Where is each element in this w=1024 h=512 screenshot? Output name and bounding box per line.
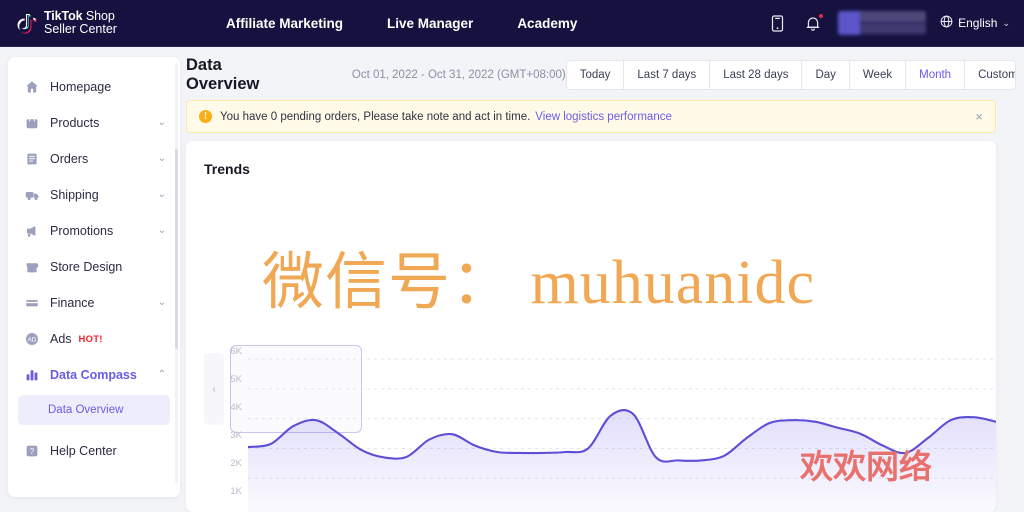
chart-y-axis: 1K 2K 3K 4K 5K 6K xyxy=(216,336,242,512)
sidebar-item-homepage[interactable]: Homepage xyxy=(8,69,180,105)
date-range-segmented-control: Today Last 7 days Last 28 days Day Week … xyxy=(565,60,1016,90)
ads-icon: AD xyxy=(24,331,40,347)
sidebar-item-label: Help Center xyxy=(50,444,117,458)
svg-text:AD: AD xyxy=(28,337,37,344)
language-label: English xyxy=(958,16,998,30)
ads-hot-badge: HOT! xyxy=(78,333,103,345)
tiktok-note-icon xyxy=(16,11,38,35)
chevron-down-icon: ⌄ xyxy=(1002,17,1010,28)
y-tick-4k: 4K xyxy=(230,402,242,413)
sidebar-item-label: Store Design xyxy=(50,260,123,274)
sidebar-nav-list: Homepage Products ⌄ Orders ⌄ Shipping ⌄ … xyxy=(8,69,180,393)
nav-link-live-manager[interactable]: Live Manager xyxy=(365,16,495,31)
chevron-down-icon[interactable]: ⌄ xyxy=(158,118,166,128)
alert-message: You have 0 pending orders, Please take n… xyxy=(220,110,531,123)
user-account-menu[interactable] xyxy=(838,11,927,35)
chart-bar-icon xyxy=(24,367,40,383)
range-button-month[interactable]: Month xyxy=(906,61,966,89)
help-icon: ? xyxy=(24,443,40,459)
primary-nav-links: Affiliate Marketing Live Manager Academy xyxy=(204,16,599,31)
sidebar-nav-list-secondary: ? Help Center xyxy=(8,433,180,469)
sidebar-item-label: Orders xyxy=(50,152,89,166)
card-title: Trends xyxy=(204,161,250,177)
nav-link-academy[interactable]: Academy xyxy=(495,16,599,31)
sidebar-item-label: Promotions xyxy=(50,224,114,238)
sidebar-item-orders[interactable]: Orders ⌄ xyxy=(8,141,180,177)
sidebar-item-label: Products xyxy=(50,116,100,130)
sidebar-item-help-center[interactable]: ? Help Center xyxy=(8,433,180,469)
svg-text:?: ? xyxy=(30,447,35,456)
chevron-down-icon[interactable]: ⌄ xyxy=(158,226,166,236)
top-right-actions: English ⌄ xyxy=(766,11,1010,35)
sidebar-item-shipping[interactable]: Shipping ⌄ xyxy=(8,177,180,213)
sidebar-scrollbar-thumb[interactable] xyxy=(175,149,178,349)
trends-card: Trends ‹ 1K 2K 3K 4K 5K 6K xyxy=(186,141,996,512)
chevron-down-icon[interactable]: ⌄ xyxy=(158,190,166,200)
chart-svg xyxy=(248,358,996,512)
y-tick-5k: 5K xyxy=(230,374,242,385)
bell-icon[interactable] xyxy=(802,12,825,34)
sidebar-item-store-design[interactable]: Store Design xyxy=(8,249,180,285)
notification-badge xyxy=(818,13,825,19)
range-button-today[interactable]: Today xyxy=(567,61,625,89)
y-tick-3k: 3K xyxy=(230,430,242,441)
top-navigation-bar: TikTok Shop Seller Center Affiliate Mark… xyxy=(0,0,1024,47)
sidebar-subitem-label: Data Overview xyxy=(48,404,124,416)
sidebar-item-finance[interactable]: Finance ⌄ xyxy=(8,285,180,321)
truck-icon xyxy=(24,187,40,203)
sidebar-item-label: Finance xyxy=(50,296,95,310)
sidebar-item-promotions[interactable]: Promotions ⌄ xyxy=(8,213,180,249)
sidebar-item-label: Shipping xyxy=(50,188,99,202)
sidebar-item-label: Data Compass xyxy=(50,368,137,382)
mobile-icon[interactable] xyxy=(766,12,788,34)
view-logistics-performance-link[interactable]: View logistics performance xyxy=(535,111,672,123)
megaphone-icon xyxy=(24,223,40,239)
list-icon xyxy=(24,151,40,167)
date-range-display: Oct 01, 2022 - Oct 31, 2022 (GMT+08:00) xyxy=(351,69,566,81)
brand-logo[interactable]: TikTok Shop Seller Center xyxy=(16,10,166,36)
bag-icon xyxy=(24,115,40,131)
close-icon[interactable]: × xyxy=(975,110,983,123)
warning-icon: ! xyxy=(199,110,212,123)
sidebar-item-label: Homepage xyxy=(50,80,112,94)
card-icon xyxy=(24,295,40,311)
sidebar-item-products[interactable]: Products ⌄ xyxy=(8,105,180,141)
sidebar-item-label: Ads xyxy=(50,332,72,346)
brand-line-2: Seller Center xyxy=(44,22,117,36)
chevron-up-icon[interactable]: ⌃ xyxy=(158,370,166,380)
sidebar-item-ads[interactable]: AD Ads HOT! xyxy=(8,321,180,357)
range-button-last-28-days[interactable]: Last 28 days xyxy=(710,61,803,89)
range-button-day[interactable]: Day xyxy=(802,61,850,89)
sidebar: Homepage Products ⌄ Orders ⌄ Shipping ⌄ … xyxy=(8,57,180,497)
language-selector[interactable]: English ⌄ xyxy=(940,15,1010,31)
range-button-custom[interactable]: Custom xyxy=(965,61,1015,89)
home-icon xyxy=(24,79,40,95)
range-button-week[interactable]: Week xyxy=(850,61,907,89)
chevron-down-icon[interactable]: ⌄ xyxy=(158,298,166,308)
chart-plot-area xyxy=(248,336,996,512)
sidebar-item-data-compass[interactable]: Data Compass ⌃ xyxy=(8,357,180,393)
chart-area-fill xyxy=(248,410,996,512)
page-title: Data Overview xyxy=(186,56,260,93)
brand-text: TikTok Shop Seller Center xyxy=(44,10,117,36)
app-root: TikTok Shop Seller Center Affiliate Mark… xyxy=(0,0,1024,512)
y-tick-1k: 1K xyxy=(230,486,242,497)
trends-chart: 1K 2K 3K 4K 5K 6K xyxy=(186,336,996,512)
pending-orders-alert: ! You have 0 pending orders, Please take… xyxy=(186,100,996,133)
globe-icon xyxy=(940,15,953,31)
y-tick-6k: 6K xyxy=(230,346,242,357)
nav-link-affiliate-marketing[interactable]: Affiliate Marketing xyxy=(204,16,365,31)
store-icon xyxy=(24,259,40,275)
sidebar-subitem-data-overview[interactable]: Data Overview xyxy=(18,395,170,425)
page-header: Data Overview Oct 01, 2022 - Oct 31, 202… xyxy=(186,56,1016,93)
chevron-down-icon[interactable]: ⌄ xyxy=(158,154,166,164)
range-button-last-7-days[interactable]: Last 7 days xyxy=(624,61,711,89)
y-tick-2k: 2K xyxy=(230,458,242,469)
